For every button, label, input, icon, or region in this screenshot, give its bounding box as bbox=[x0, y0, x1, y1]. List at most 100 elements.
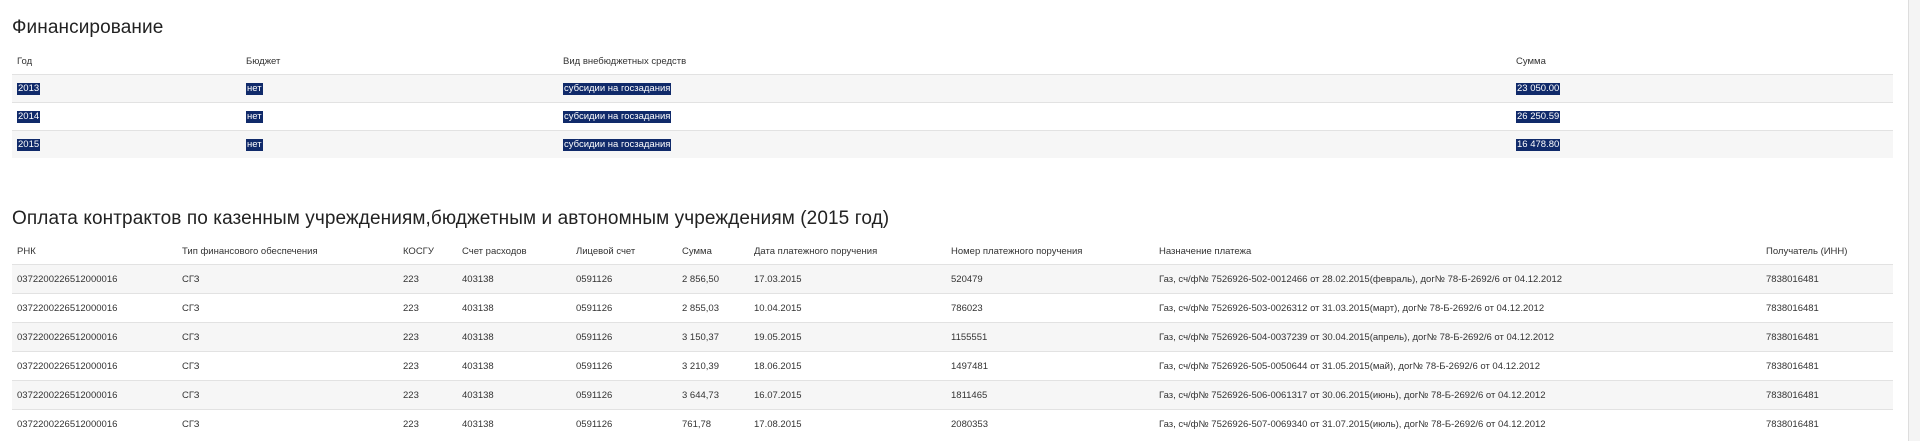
financing-cell-year: 2015 bbox=[12, 130, 241, 158]
payments-header-row: РНК Тип финансового обеспечения КОСГУ Сч… bbox=[12, 239, 1893, 265]
payments-cell-order-date: 19.05.2015 bbox=[749, 322, 946, 352]
financing-cell-funds-type: субсидии на госзадания bbox=[558, 130, 1511, 158]
payments-cell-expense-account: 403138 bbox=[457, 293, 571, 323]
payments-cell-purpose: Газ, сч/ф№ 7526926-502-0012466 от 28.02.… bbox=[1154, 264, 1761, 294]
payments-cell-order-number: 2080353 bbox=[946, 409, 1154, 438]
financing-cell-budget: нет bbox=[241, 102, 558, 131]
payments-cell-personal-account: 0591126 bbox=[571, 351, 677, 381]
selected-text: 16 478.80 bbox=[1516, 138, 1561, 151]
payments-cell-personal-account: 0591126 bbox=[571, 293, 677, 323]
payments-table: РНК Тип финансового обеспечения КОСГУ Сч… bbox=[12, 239, 1893, 438]
table-row: 0372200226512000016 СГЗ 223 403138 0591126 3 … bbox=[12, 322, 1893, 352]
payments-cell-kosgu: 223 bbox=[398, 264, 457, 294]
financing-col-year[interactable]: Год bbox=[12, 49, 241, 75]
payments-cell-personal-account: 0591126 bbox=[571, 380, 677, 410]
payments-cell-purpose: Газ, сч/ф№ 7526926-505-0050644 от 31.05.… bbox=[1154, 351, 1761, 381]
payments-cell-recipient-inn: 7838016481 bbox=[1761, 380, 1893, 410]
selected-text: нет bbox=[246, 110, 263, 123]
payments-cell-recipient-inn: 7838016481 bbox=[1761, 351, 1893, 381]
payments-cell-amount: 2 855,03 bbox=[677, 293, 749, 323]
financing-header-row: Год Бюджет Вид внебюджетных средств Сумм… bbox=[12, 49, 1893, 75]
payments-cell-expense-account: 403138 bbox=[457, 380, 571, 410]
payments-cell-amount: 3 644,73 bbox=[677, 380, 749, 410]
payments-cell-rnk: 0372200226512000016 bbox=[12, 351, 177, 381]
payments-cell-expense-account: 403138 bbox=[457, 351, 571, 381]
payments-cell-kosgu: 223 bbox=[398, 409, 457, 438]
financing-cell-funds-type: субсидии на госзадания bbox=[558, 74, 1511, 103]
payments-cell-amount: 761,78 bbox=[677, 409, 749, 438]
payments-cell-order-date: 17.08.2015 bbox=[749, 409, 946, 438]
selected-text: субсидии на госзадания bbox=[563, 82, 672, 95]
selected-text: субсидии на госзадания bbox=[563, 138, 672, 151]
financing-col-funds-type[interactable]: Вид внебюджетных средств bbox=[558, 49, 1511, 75]
payments-table-body: 0372200226512000016 СГЗ 223 403138 0591126 2 … bbox=[12, 264, 1893, 438]
selected-text: 23 050.00 bbox=[1516, 82, 1561, 95]
payments-cell-finance-type: СГЗ bbox=[177, 264, 398, 294]
payments-col-purpose[interactable]: Назначение платежа bbox=[1154, 239, 1761, 265]
financing-cell-amount: 16 478.80 bbox=[1511, 130, 1893, 158]
payments-cell-expense-account: 403138 bbox=[457, 409, 571, 438]
payments-col-recipient-inn[interactable]: Получатель (ИНН) bbox=[1761, 239, 1893, 265]
financing-cell-budget: нет bbox=[241, 74, 558, 103]
payments-cell-purpose: Газ, сч/ф№ 7526926-503-0026312 от 31.03.… bbox=[1154, 293, 1761, 323]
payments-cell-order-date: 10.04.2015 bbox=[749, 293, 946, 323]
financing-col-budget[interactable]: Бюджет bbox=[241, 49, 558, 75]
payments-cell-rnk: 0372200226512000016 bbox=[12, 293, 177, 323]
payments-cell-personal-account: 0591126 bbox=[571, 322, 677, 352]
payments-cell-rnk: 0372200226512000016 bbox=[12, 264, 177, 294]
payments-col-expense-account[interactable]: Счет расходов bbox=[457, 239, 571, 265]
payments-cell-rnk: 0372200226512000016 bbox=[12, 409, 177, 438]
payments-col-finance-type[interactable]: Тип финансового обеспечения bbox=[177, 239, 398, 265]
payments-cell-finance-type: СГЗ bbox=[177, 293, 398, 323]
payments-cell-rnk: 0372200226512000016 bbox=[12, 322, 177, 352]
payments-col-amount[interactable]: Сумма bbox=[677, 239, 749, 265]
payments-col-rnk[interactable]: РНК bbox=[12, 239, 177, 265]
payments-cell-amount: 2 856,50 bbox=[677, 264, 749, 294]
payments-cell-finance-type: СГЗ bbox=[177, 351, 398, 381]
selected-text: 2015 bbox=[17, 138, 41, 151]
selected-text: 2014 bbox=[17, 110, 41, 123]
payments-cell-purpose: Газ, сч/ф№ 7526926-504-0037239 от 30.04.… bbox=[1154, 322, 1761, 352]
table-row: 0372200226512000016 СГЗ 223 403138 0591126 2 … bbox=[12, 264, 1893, 294]
payments-col-personal-account[interactable]: Лицевой счет bbox=[571, 239, 677, 265]
financing-cell-amount: 26 250.59 bbox=[1511, 102, 1893, 131]
payments-title: Оплата контрактов по казенным учреждения… bbox=[12, 208, 890, 229]
payments-cell-recipient-inn: 7838016481 bbox=[1761, 409, 1893, 438]
payments-cell-expense-account: 403138 bbox=[457, 322, 571, 352]
payments-col-order-date[interactable]: Дата платежного поручения bbox=[749, 239, 946, 265]
payments-cell-personal-account: 0591126 bbox=[571, 264, 677, 294]
table-row: 0372200226512000016 СГЗ 223 403138 0591126 3 … bbox=[12, 380, 1893, 410]
selected-text: субсидии на госзадания bbox=[563, 110, 672, 123]
table-row: 0372200226512000016 СГЗ 223 403138 0591126 3 … bbox=[12, 351, 1893, 381]
financing-title: Финансирование bbox=[12, 17, 164, 38]
payments-cell-rnk: 0372200226512000016 bbox=[12, 380, 177, 410]
payments-cell-order-number: 1497481 bbox=[946, 351, 1154, 381]
payments-cell-order-date: 16.07.2015 bbox=[749, 380, 946, 410]
payments-cell-amount: 3 210,39 bbox=[677, 351, 749, 381]
payments-cell-order-number: 1155551 bbox=[946, 322, 1154, 352]
payments-col-order-number[interactable]: Номер платежного поручения bbox=[946, 239, 1154, 265]
selected-text: 26 250.59 bbox=[1516, 110, 1561, 123]
selected-text: нет bbox=[246, 138, 263, 151]
payments-cell-recipient-inn: 7838016481 bbox=[1761, 322, 1893, 352]
financing-cell-year: 2014 bbox=[12, 102, 241, 131]
vertical-scrollbar[interactable] bbox=[1908, 0, 1920, 441]
selected-text: нет bbox=[246, 82, 263, 95]
payments-cell-kosgu: 223 bbox=[398, 351, 457, 381]
payments-cell-order-date: 18.06.2015 bbox=[749, 351, 946, 381]
financing-cell-year: 2013 bbox=[12, 74, 241, 103]
payments-cell-purpose: Газ, сч/ф№ 7526926-506-0061317 от 30.06.… bbox=[1154, 380, 1761, 410]
financing-col-amount[interactable]: Сумма bbox=[1511, 49, 1893, 75]
payments-col-kosgu[interactable]: КОСГУ bbox=[398, 239, 457, 265]
payments-cell-order-date: 17.03.2015 bbox=[749, 264, 946, 294]
payments-cell-kosgu: 223 bbox=[398, 380, 457, 410]
payments-cell-recipient-inn: 7838016481 bbox=[1761, 264, 1893, 294]
payments-cell-finance-type: СГЗ bbox=[177, 380, 398, 410]
page: Финансирование Год Бюджет Вид внебюджетн… bbox=[0, 0, 1920, 441]
payments-cell-order-number: 786023 bbox=[946, 293, 1154, 323]
table-row: 0372200226512000016 СГЗ 223 403138 0591126 2 … bbox=[12, 293, 1893, 323]
payments-cell-amount: 3 150,37 bbox=[677, 322, 749, 352]
payments-cell-kosgu: 223 bbox=[398, 293, 457, 323]
payments-cell-expense-account: 403138 bbox=[457, 264, 571, 294]
payments-cell-finance-type: СГЗ bbox=[177, 322, 398, 352]
